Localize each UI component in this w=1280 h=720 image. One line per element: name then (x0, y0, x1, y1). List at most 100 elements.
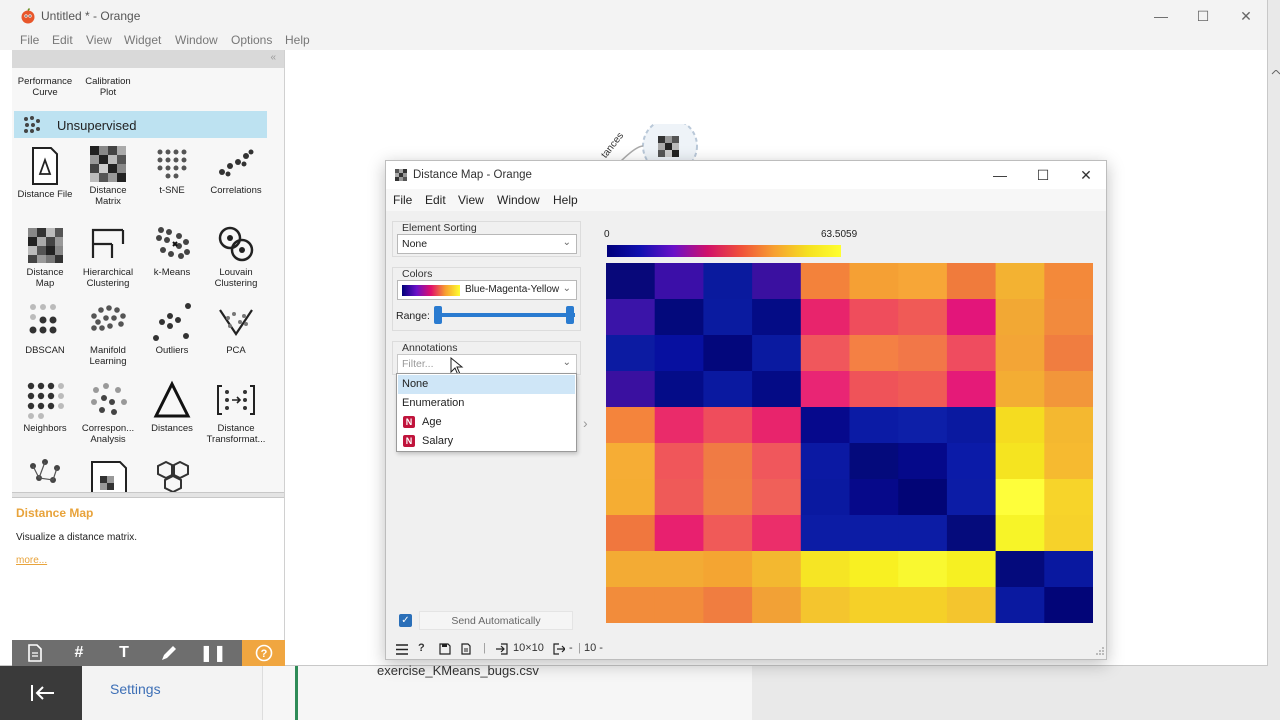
save-icon[interactable] (439, 643, 451, 655)
heatmap-cell[interactable] (1044, 515, 1093, 552)
heatmap-cell[interactable] (849, 407, 899, 444)
annotation-option-age[interactable]: N Age (398, 413, 575, 432)
dm-menu-view[interactable]: View (458, 193, 484, 207)
heatmap-cell[interactable] (849, 587, 899, 623)
menu-window[interactable]: Window (175, 33, 218, 47)
color-palette-combo[interactable]: Blue-Magenta-Yellow ⌄ (397, 280, 577, 300)
widget-neighbors[interactable]: Neighbors (13, 380, 77, 434)
heatmap-cell[interactable] (800, 443, 850, 480)
widget-performance-curve[interactable]: Performance Curve (13, 76, 77, 98)
collapse-toolbox-icon[interactable]: « (270, 52, 276, 63)
close-button[interactable]: ✕ (1224, 0, 1268, 32)
help-icon[interactable]: ? (418, 642, 425, 654)
heatmap-cell[interactable] (606, 407, 656, 444)
heatmap-cell[interactable] (898, 587, 948, 623)
heatmap-cell[interactable] (995, 479, 1045, 516)
widget-partial-1[interactable] (13, 458, 77, 492)
widget-pca[interactable]: PCA (204, 302, 268, 356)
heatmap-cell[interactable] (995, 335, 1045, 372)
heatmap-cell[interactable] (800, 371, 850, 408)
heatmap-cell[interactable] (1044, 299, 1093, 336)
pause-button[interactable]: ❚❚ (193, 640, 233, 666)
heatmap-cell[interactable] (654, 407, 704, 444)
heatmap-cell[interactable] (898, 263, 948, 300)
widget-dbscan[interactable]: DBSCAN (13, 302, 77, 356)
heatmap-cell[interactable] (800, 263, 850, 300)
heatmap-cell[interactable] (703, 335, 753, 372)
widget-distances[interactable]: Distances (140, 380, 204, 434)
widget-correlations[interactable]: Correlations (204, 146, 268, 196)
send-automatically-checkbox[interactable]: ✓ (399, 614, 412, 627)
heatmap-cell[interactable] (849, 371, 899, 408)
category-unsupervised[interactable]: Unsupervised (14, 111, 267, 138)
heatmap-cell[interactable] (995, 407, 1045, 444)
dm-menu-file[interactable]: File (393, 193, 412, 207)
heatmap-cell[interactable] (946, 407, 997, 444)
heatmap-cell[interactable] (752, 515, 802, 552)
heatmap-cell[interactable] (703, 587, 753, 623)
heatmap-cell[interactable] (1044, 479, 1093, 516)
arrow-annotation-button[interactable] (149, 640, 189, 666)
menu-view[interactable]: View (86, 33, 112, 47)
heatmap-cell[interactable] (606, 371, 656, 408)
heatmap-cell[interactable] (752, 263, 802, 300)
heatmap-cell[interactable] (606, 335, 656, 372)
element-sorting-combo[interactable]: None ⌄ (397, 234, 577, 254)
widget-partial-3[interactable] (140, 458, 204, 492)
heatmap-cell[interactable] (995, 443, 1045, 480)
widget-louvain-clustering[interactable]: Louvain Clustering (204, 224, 268, 289)
heatmap-cell[interactable] (1044, 335, 1093, 372)
file-name[interactable]: exercise_KMeans_bugs.csv (377, 663, 539, 678)
widget-kmeans[interactable]: k-Means (140, 224, 204, 278)
menu-help[interactable]: Help (285, 33, 310, 47)
heatmap-cell[interactable] (946, 443, 997, 480)
heatmap-cell[interactable] (752, 443, 802, 480)
range-slider-track[interactable] (439, 313, 575, 317)
heatmap-cell[interactable] (946, 371, 997, 408)
heatmap-cell[interactable] (703, 443, 753, 480)
heatmap-cell[interactable] (800, 407, 850, 444)
heatmap-cell[interactable] (800, 335, 850, 372)
send-automatically-button[interactable]: Send Automatically (419, 611, 573, 630)
heatmap-cell[interactable] (849, 335, 899, 372)
heatmap-cell[interactable] (654, 299, 704, 336)
widget-distance-map[interactable]: Distance Map (13, 224, 77, 289)
heatmap-cell[interactable] (946, 587, 997, 623)
heatmap-cell[interactable] (752, 479, 802, 516)
report-icon[interactable] (461, 643, 471, 655)
heatmap-cell[interactable] (654, 515, 704, 552)
heatmap-cell[interactable] (752, 335, 802, 372)
heatmap-cell[interactable] (606, 551, 656, 588)
heatmap-cell[interactable] (654, 479, 704, 516)
widget-tsne[interactable]: t-SNE (140, 146, 204, 196)
widget-distance-transformation[interactable]: Distance Transformat... (204, 380, 268, 445)
heatmap-cell[interactable] (849, 515, 899, 552)
heatmap-cell[interactable] (703, 407, 753, 444)
help-button[interactable]: ? (242, 640, 285, 666)
dm-maximize-button[interactable]: ☐ (1021, 161, 1065, 189)
heatmap-cell[interactable] (606, 515, 656, 552)
dm-menu-help[interactable]: Help (553, 193, 578, 207)
heatmap-cell[interactable] (849, 479, 899, 516)
heatmap-cell[interactable] (800, 551, 850, 588)
widget-partial-2[interactable] (76, 458, 140, 492)
heatmap-cell[interactable] (898, 443, 948, 480)
heatmap-cell[interactable] (654, 371, 704, 408)
heatmap-cell[interactable] (898, 479, 948, 516)
heatmap-cell[interactable] (703, 263, 753, 300)
heatmap-cell[interactable] (654, 263, 704, 300)
heatmap-cell[interactable] (946, 263, 997, 300)
heatmap-cell[interactable] (606, 299, 656, 336)
heatmap-cell[interactable] (606, 443, 656, 480)
menu-file[interactable]: File (20, 33, 39, 47)
heatmap-cell[interactable] (995, 515, 1045, 552)
dm-menu-window[interactable]: Window (497, 193, 540, 207)
heatmap-cell[interactable] (703, 479, 753, 516)
heatmap-cell[interactable] (1044, 407, 1093, 444)
widget-distance-file[interactable]: Distance File (13, 146, 77, 200)
heatmap-cell[interactable] (1044, 587, 1093, 623)
heatmap-cell[interactable] (654, 443, 704, 480)
settings-label[interactable]: Settings (110, 681, 161, 697)
widget-outliers[interactable]: Outliers (140, 302, 204, 356)
minimize-button[interactable]: — (1139, 0, 1183, 32)
